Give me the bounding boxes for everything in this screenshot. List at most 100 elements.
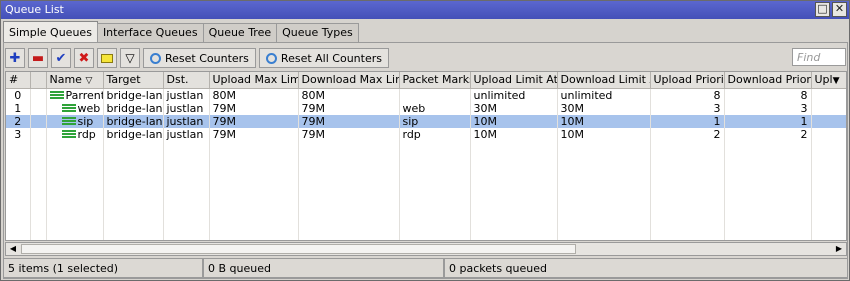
filter-button[interactable]: ▽ bbox=[120, 48, 140, 68]
row-flag bbox=[30, 127, 47, 141]
plus-icon: ✚ bbox=[9, 50, 21, 66]
tab-queue-types[interactable]: Queue Types bbox=[276, 23, 359, 42]
row-name-label: web bbox=[77, 101, 101, 115]
col-download-limit-at[interactable]: Download Limit At bbox=[557, 72, 651, 89]
close-icon[interactable]: ✕ bbox=[832, 2, 847, 17]
col-name[interactable]: Name ▽ bbox=[46, 72, 104, 89]
empty-cell bbox=[46, 192, 104, 206]
row-packet-marks: sip bbox=[399, 114, 471, 128]
empty-cell bbox=[399, 166, 471, 180]
empty-cell bbox=[103, 153, 164, 167]
row-upload-limit-at: 30M bbox=[470, 101, 558, 115]
row-dst: justlan bbox=[163, 101, 210, 115]
empty-cell bbox=[103, 179, 164, 193]
table-row[interactable]: 0 Parrent bridge-lan justlan 80M 80M unlimited… bbox=[6, 88, 846, 102]
scroll-right-icon[interactable]: ▶ bbox=[832, 243, 846, 255]
col-packet-marks[interactable]: Packet Marks bbox=[399, 72, 471, 89]
row-upload-priority: 3 bbox=[650, 101, 725, 115]
empty-cell bbox=[30, 205, 47, 219]
col-download-max[interactable]: Download Max Limit bbox=[298, 72, 400, 89]
table-row[interactable]: 3 rdp bridge-lan justlan 79M 79M rdp 10M 10M 2 2 bbox=[6, 127, 846, 141]
sort-icon: ▽ bbox=[85, 76, 93, 87]
row-upload-max: 80M bbox=[209, 88, 299, 102]
row-flag bbox=[30, 101, 47, 115]
empty-cell bbox=[103, 192, 164, 206]
col-target[interactable]: Target bbox=[103, 72, 164, 89]
tab-bar: Simple Queues Interface Queues Queue Tre… bbox=[3, 21, 359, 42]
empty-cell bbox=[6, 153, 31, 167]
row-dst: justlan bbox=[163, 114, 210, 128]
col-index[interactable]: # bbox=[6, 72, 31, 89]
empty-cell bbox=[46, 218, 104, 232]
row-packet-marks: web bbox=[399, 101, 471, 115]
empty-cell bbox=[724, 179, 812, 193]
row-upload-max: 79M bbox=[209, 101, 299, 115]
row-name-label: sip bbox=[77, 114, 94, 128]
empty-cell bbox=[399, 205, 471, 219]
empty-cell bbox=[298, 205, 400, 219]
minus-icon: ▬ bbox=[31, 50, 45, 66]
col-upload-max[interactable]: Upload Max Limit bbox=[209, 72, 299, 89]
row-upload-priority: 2 bbox=[650, 127, 725, 141]
note-icon bbox=[101, 53, 113, 63]
empty-cell bbox=[30, 153, 47, 167]
row-packet-marks: rdp bbox=[399, 127, 471, 141]
scroll-thumb[interactable] bbox=[21, 244, 576, 254]
empty-row bbox=[6, 192, 846, 206]
empty-cell bbox=[650, 192, 725, 206]
empty-cell bbox=[557, 218, 651, 232]
scroll-left-icon[interactable]: ◀ bbox=[6, 243, 20, 255]
queue-list-window: Queue List □ ✕ Simple Queues Interface Q… bbox=[0, 0, 850, 281]
row-download-max: 79M bbox=[298, 127, 400, 141]
col-flags[interactable] bbox=[30, 72, 47, 89]
enable-button[interactable]: ✔ bbox=[51, 48, 71, 68]
table-row[interactable]: 1 web bridge-lan justlan 79M 79M web 30M 30M 3 3 bbox=[6, 101, 846, 115]
table-row[interactable]: 2 sip bridge-lan justlan 79M 79M sip 10M 10M 1 1 bbox=[6, 114, 846, 128]
empty-cell bbox=[724, 166, 812, 180]
table-header: # Name ▽ Target Dst. Upload Max Limit Do… bbox=[6, 72, 846, 89]
row-download-limit-at: 10M bbox=[557, 127, 651, 141]
tab-queue-tree[interactable]: Queue Tree bbox=[202, 23, 278, 42]
empty-cell bbox=[650, 140, 725, 154]
empty-cell bbox=[399, 218, 471, 232]
empty-cell bbox=[811, 166, 846, 180]
empty-cell bbox=[6, 166, 31, 180]
remove-button[interactable]: ▬ bbox=[28, 48, 48, 68]
col-upload-priority[interactable]: Upload Priority bbox=[650, 72, 725, 89]
empty-cell bbox=[298, 218, 400, 232]
column-menu-icon[interactable]: ▼ bbox=[833, 76, 840, 86]
row-target: bridge-lan bbox=[103, 88, 164, 102]
empty-cell bbox=[163, 231, 210, 240]
col-upl-label: Upl bbox=[814, 73, 833, 87]
refresh-icon bbox=[150, 52, 161, 64]
reset-all-counters-button[interactable]: Reset All Counters bbox=[258, 48, 389, 68]
row-download-max: 80M bbox=[298, 88, 400, 102]
row-upload-limit-at: 10M bbox=[470, 127, 558, 141]
col-download-priority[interactable]: Download Priority bbox=[724, 72, 812, 89]
empty-cell bbox=[163, 192, 210, 206]
empty-cell bbox=[30, 231, 47, 240]
empty-cell bbox=[6, 192, 31, 206]
status-packets-queued: 0 packets queued bbox=[444, 258, 848, 278]
col-upload-limit-at[interactable]: Upload Limit At bbox=[470, 72, 558, 89]
empty-cell bbox=[103, 205, 164, 219]
comment-button[interactable] bbox=[97, 48, 117, 68]
empty-cell bbox=[650, 166, 725, 180]
tab-interface-queues[interactable]: Interface Queues bbox=[96, 23, 204, 42]
empty-cell bbox=[811, 153, 846, 167]
empty-cell bbox=[470, 218, 558, 232]
restore-icon[interactable]: □ bbox=[815, 2, 830, 17]
reset-counters-button[interactable]: Reset Counters bbox=[143, 48, 256, 68]
col-upl[interactable]: Upl▼ bbox=[811, 72, 846, 89]
add-button[interactable]: ✚ bbox=[5, 48, 25, 68]
empty-cell bbox=[46, 205, 104, 219]
horizontal-scrollbar[interactable]: ◀ ▶ bbox=[5, 242, 847, 256]
row-flag bbox=[30, 88, 47, 102]
col-dst[interactable]: Dst. bbox=[163, 72, 210, 89]
tab-simple-queues[interactable]: Simple Queues bbox=[3, 21, 98, 42]
empty-cell bbox=[724, 192, 812, 206]
title-bar[interactable]: Queue List □ ✕ bbox=[1, 1, 849, 19]
disable-button[interactable]: ✖ bbox=[74, 48, 94, 68]
find-input[interactable]: Find bbox=[792, 48, 846, 66]
empty-cell bbox=[46, 140, 104, 154]
